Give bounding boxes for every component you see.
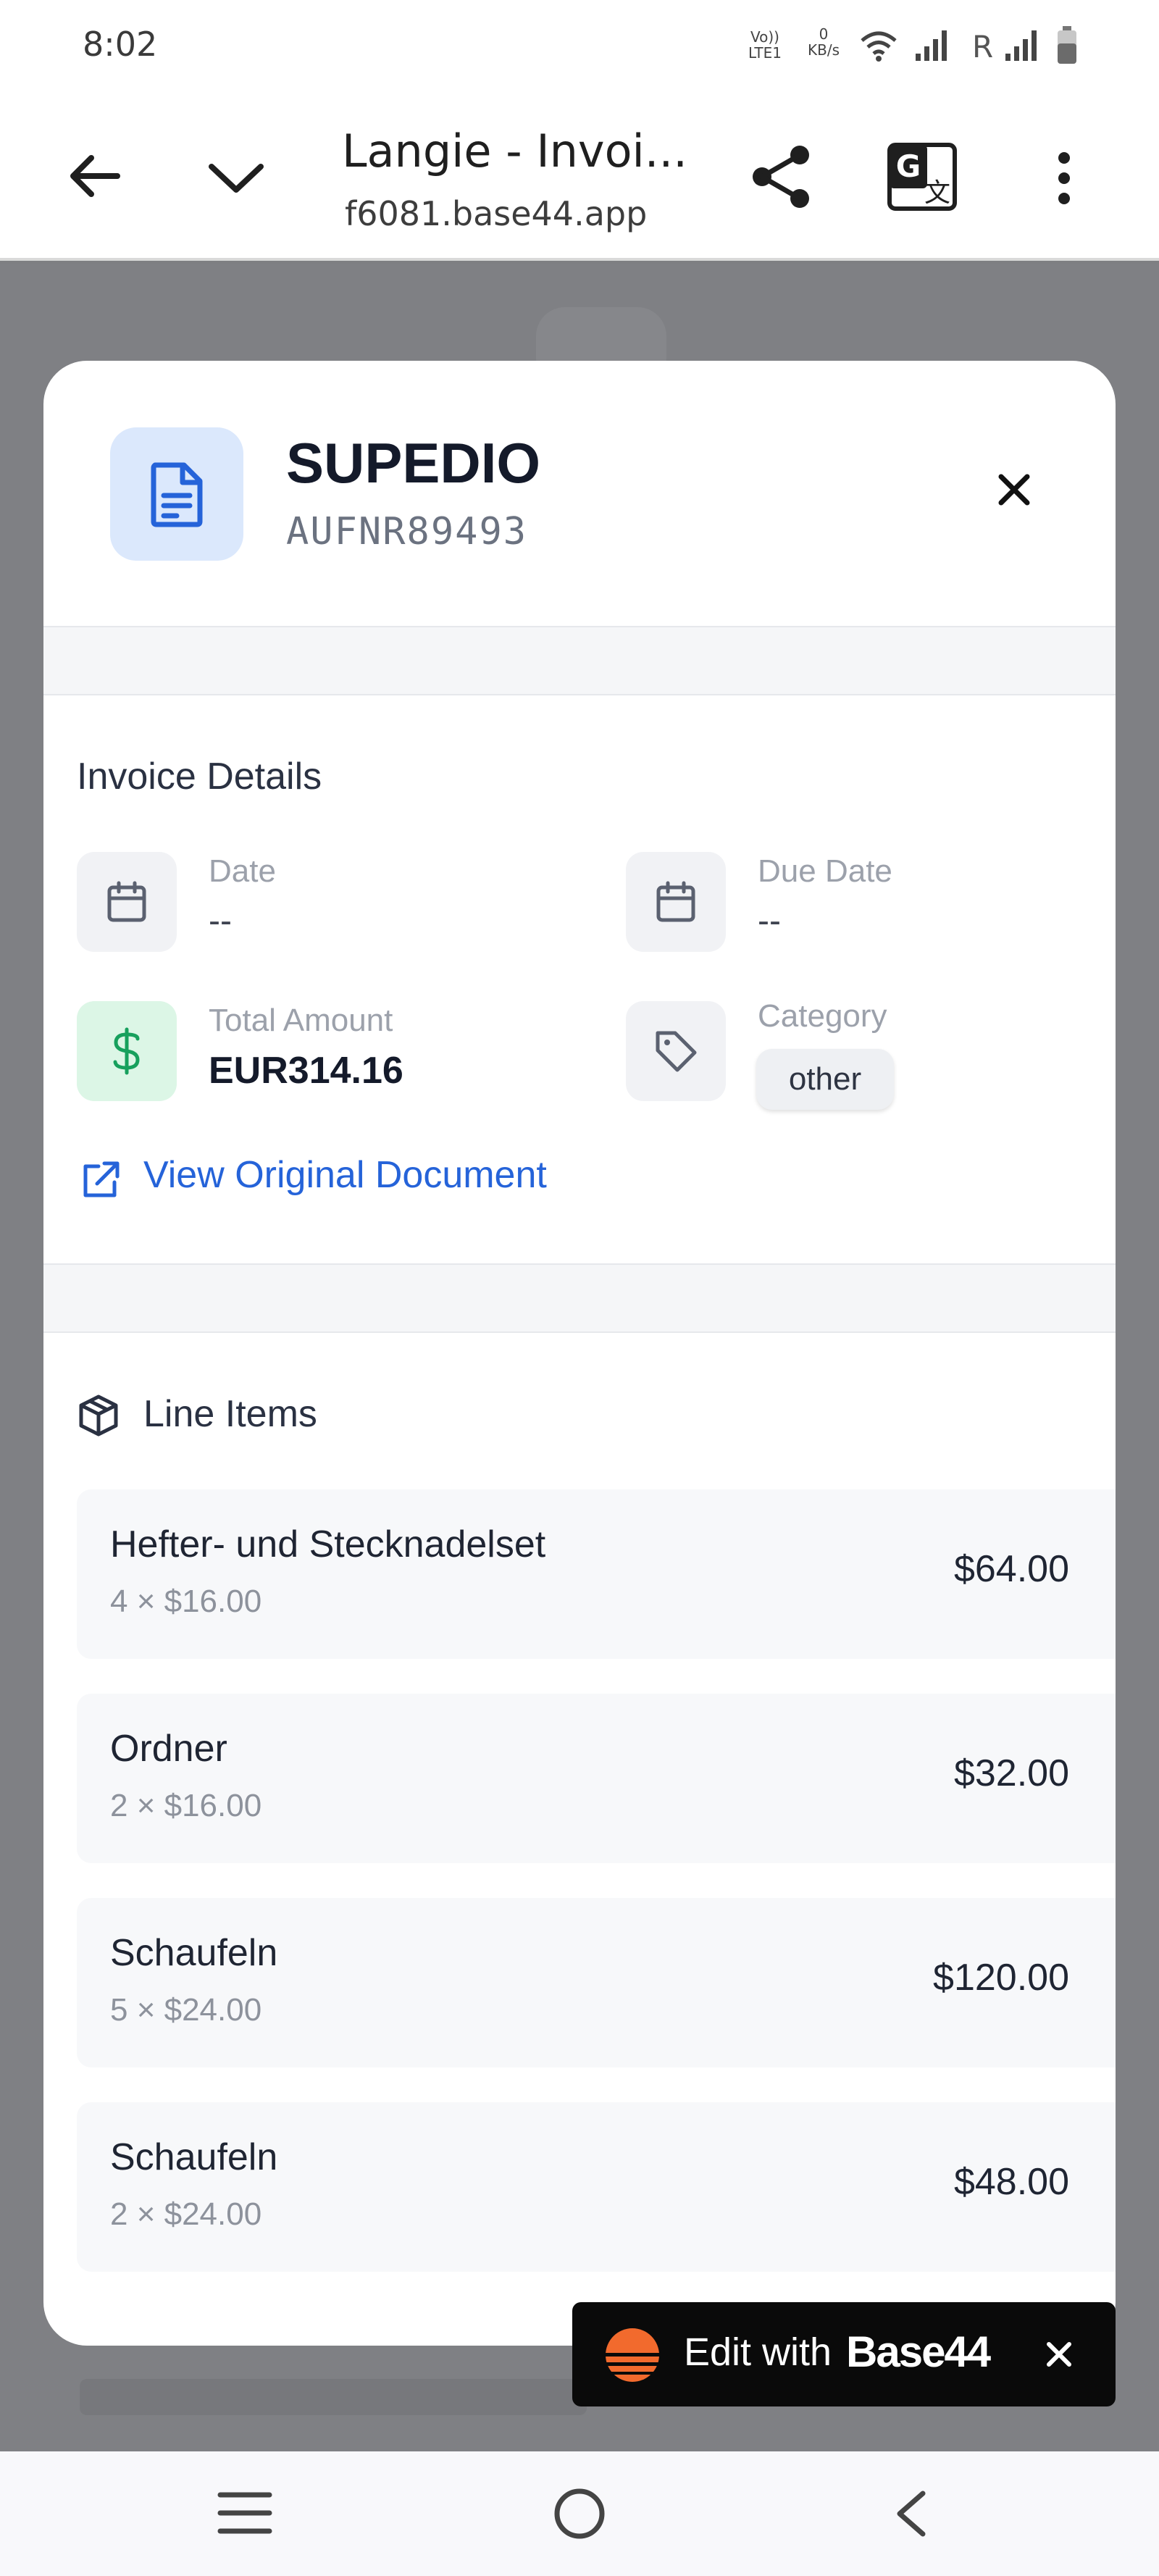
calendar-icon bbox=[107, 881, 146, 922]
speed-value: 0 bbox=[819, 25, 829, 43]
edit-with-label: Edit with bbox=[684, 2330, 832, 2374]
line-item-total: $64.00 bbox=[953, 1548, 1069, 1590]
back-chevron-icon[interactable] bbox=[891, 2489, 932, 2538]
browser-toolbar: G 文 bbox=[0, 94, 1159, 261]
line-item-total: $120.00 bbox=[933, 1957, 1069, 1999]
back-arrow-icon[interactable] bbox=[67, 148, 123, 204]
base44-logo-icon bbox=[604, 2328, 661, 2382]
chevron-down-icon[interactable] bbox=[206, 155, 267, 198]
background-row bbox=[80, 2379, 587, 2415]
external-link-icon[interactable] bbox=[78, 1159, 122, 1203]
base44-brand: Base44 bbox=[846, 2328, 991, 2376]
close-icon[interactable] bbox=[978, 453, 1050, 526]
total-amount-value: EUR314.16 bbox=[209, 1050, 403, 1092]
line-item-name: Ordner bbox=[110, 1728, 227, 1770]
category-badge: other bbox=[756, 1049, 894, 1110]
due-date-label: Due Date bbox=[758, 853, 892, 889]
menu-icon[interactable] bbox=[216, 2489, 274, 2537]
volte-indicator: Vo)) LTE1 bbox=[748, 28, 782, 62]
wifi-icon bbox=[861, 31, 897, 62]
line-item-total: $32.00 bbox=[953, 1752, 1069, 1794]
line-item: Schaufeln 2 × $24.00 $48.00 bbox=[77, 2102, 1116, 2272]
svg-text:文: 文 bbox=[924, 178, 950, 208]
close-icon[interactable] bbox=[1040, 2335, 1078, 2373]
signal-icon-2 bbox=[1005, 30, 1037, 61]
line-item-name: Schaufeln bbox=[110, 2136, 278, 2178]
invoice-number: AUFNR89493 bbox=[286, 510, 528, 553]
battery-icon bbox=[1058, 26, 1076, 64]
share-icon[interactable] bbox=[749, 143, 813, 210]
system-nav-bar bbox=[0, 2451, 1159, 2576]
date-label: Date bbox=[209, 853, 276, 889]
status-time: 8:02 bbox=[83, 25, 158, 64]
calendar-icon bbox=[656, 881, 695, 922]
due-date-icon-box bbox=[626, 852, 726, 952]
network-speed: 0 KB/s bbox=[797, 26, 850, 58]
total-icon-box bbox=[77, 1001, 177, 1101]
invoice-modal: SUPEDIO AUFNR89493 Invoice Details Date … bbox=[43, 361, 1116, 2346]
page-title[interactable]: Langie - Invoi... bbox=[342, 125, 687, 177]
status-bar: 8:02 Vo)) LTE1 0 KB/s R bbox=[0, 0, 1159, 94]
dollar-icon bbox=[113, 1027, 140, 1075]
category-label: Category bbox=[758, 998, 887, 1034]
package-icon bbox=[79, 1394, 118, 1437]
due-date-value: -- bbox=[758, 902, 781, 940]
line-item-quantity-price: 2 × $16.00 bbox=[110, 1788, 262, 1823]
section-divider bbox=[43, 1263, 1116, 1333]
svg-text:G: G bbox=[896, 149, 921, 184]
invoice-details-title: Invoice Details bbox=[77, 756, 322, 798]
speed-unit: KB/s bbox=[808, 41, 840, 59]
signal-icon-1 bbox=[916, 30, 947, 61]
category-icon-box bbox=[626, 1001, 726, 1101]
line-item-quantity-price: 5 × $24.00 bbox=[110, 1992, 262, 2028]
vendor-name: SUPEDIO bbox=[286, 431, 541, 495]
section-divider bbox=[43, 626, 1116, 695]
more-vert-icon[interactable] bbox=[1053, 149, 1075, 207]
date-icon-box bbox=[77, 852, 177, 952]
date-value: -- bbox=[209, 902, 232, 940]
translate-icon[interactable]: G 文 bbox=[887, 142, 958, 212]
home-circle-icon[interactable] bbox=[553, 2488, 606, 2540]
line-items-title: Line Items bbox=[143, 1393, 317, 1435]
line-item-name: Hefter- und Stecknadelset bbox=[110, 1523, 546, 1565]
line-item-quantity-price: 4 × $16.00 bbox=[110, 1584, 262, 1619]
line-item-quantity-price: 2 × $24.00 bbox=[110, 2196, 262, 2232]
document-icon-box bbox=[110, 427, 243, 561]
edit-with-base44-banner[interactable]: Edit with Base44 bbox=[572, 2302, 1116, 2406]
roaming-indicator: R bbox=[972, 29, 994, 64]
line-item: Schaufeln 5 × $24.00 $120.00 bbox=[77, 1898, 1116, 2067]
tag-icon bbox=[656, 1031, 697, 1072]
line-item: Hefter- und Stecknadelset 4 × $16.00 $64… bbox=[77, 1489, 1116, 1659]
line-item-name: Schaufeln bbox=[110, 1932, 278, 1974]
line-item: Ordner 2 × $16.00 $32.00 bbox=[77, 1694, 1116, 1863]
total-amount-label: Total Amount bbox=[209, 1003, 393, 1038]
line-item-total: $48.00 bbox=[953, 2161, 1069, 2203]
page-url[interactable]: f6081.base44.app bbox=[345, 194, 647, 233]
view-original-document-link[interactable]: View Original Document bbox=[143, 1153, 547, 1197]
document-icon bbox=[151, 462, 203, 527]
